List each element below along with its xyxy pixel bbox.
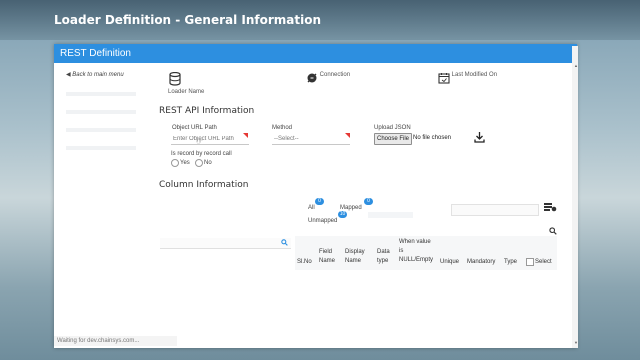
header-mandatory: Mandatory <box>467 259 496 265</box>
step-label: Connection <box>319 72 351 78</box>
scroll-down-arrow[interactable]: ▼ <box>574 340 578 345</box>
header-field-name: Field Name <box>319 248 335 266</box>
header-type: Type <box>504 259 518 265</box>
header-text: When value <box>399 239 431 245</box>
column-search-input[interactable] <box>160 238 291 249</box>
file-status-text: No file chosen <box>413 135 452 141</box>
record-yes-label: Yes <box>180 160 190 166</box>
record-no-label: No <box>204 160 212 166</box>
left-placeholder-row <box>66 128 136 132</box>
choose-file-button[interactable]: Choose File <box>374 133 412 145</box>
required-marker <box>243 133 248 138</box>
step-last-modified[interactable]: Last Modified On <box>438 72 497 84</box>
header-text: Display <box>345 249 365 255</box>
step-label: Last Modified On <box>451 72 498 78</box>
header-text: NULL/Empty <box>399 257 434 263</box>
browser-status-bar: Waiting for dev.chainsys.com... <box>54 336 177 346</box>
header-text: Name <box>319 258 336 264</box>
header-select: Select <box>535 259 552 265</box>
scroll-up-arrow[interactable]: ▲ <box>574 63 578 68</box>
upload-icon[interactable] <box>474 131 485 145</box>
header-when-null: When value is NULL/Empty <box>399 238 433 265</box>
record-by-record-label: Is record by record call <box>171 151 232 157</box>
tab-unmapped[interactable]: Unmapped <box>308 218 337 224</box>
header-text: is <box>399 248 404 254</box>
column-info-section-title: Column Information <box>159 180 249 190</box>
step-loader-name[interactable]: Loader Name <box>168 72 204 95</box>
method-select[interactable]: --Select-- <box>272 134 350 145</box>
back-link-label: Back to main menu <box>72 72 124 78</box>
vertical-scrollbar[interactable] <box>572 46 578 348</box>
panel-header: REST Definition <box>54 44 577 63</box>
rest-definition-panel: REST Definition <box>54 44 577 348</box>
table-settings-icon[interactable] <box>543 202 557 214</box>
chevron-left-icon: ◀ <box>66 72 71 78</box>
step-connection[interactable]: Connection <box>306 72 350 84</box>
filter-input[interactable] <box>451 204 539 216</box>
left-placeholder-row <box>66 92 136 96</box>
object-url-label: Object URL Path <box>172 125 217 131</box>
page-title: Loader Definition - General Information <box>54 13 322 27</box>
left-placeholder-row <box>66 146 136 150</box>
back-to-main-menu-link[interactable]: ◀ Back to main menu <box>66 71 124 78</box>
header-display-name: Display Name <box>345 248 365 266</box>
record-no-radio[interactable] <box>195 159 203 167</box>
select-all-checkbox[interactable] <box>526 258 534 266</box>
plug-icon <box>307 73 317 83</box>
object-url-input[interactable] <box>171 134 249 145</box>
method-label: Method <box>272 125 293 131</box>
calendar-icon <box>438 73 450 84</box>
tab-all[interactable]: All <box>308 205 315 211</box>
step-label: Loader Name <box>168 89 205 95</box>
left-placeholder-row <box>66 110 136 114</box>
header-unique: Unique <box>440 259 460 265</box>
mapped-count-badge: 0 <box>364 198 373 205</box>
header-slno: Sl.No <box>297 259 312 265</box>
mouse-cursor-icon: ☞ <box>196 137 204 146</box>
record-yes-radio[interactable] <box>171 159 179 167</box>
upload-json-label: Upload JSON <box>374 125 411 131</box>
unmapped-count-badge: 10 <box>338 211 347 218</box>
header-data-type: Data type <box>377 248 390 266</box>
all-count-badge: 0 <box>315 198 324 205</box>
header-text: Name <box>345 258 362 264</box>
rest-api-section-title: REST API Information <box>159 106 255 116</box>
required-marker <box>345 133 350 138</box>
tab-placeholder <box>368 212 413 218</box>
header-text: Field <box>319 249 333 255</box>
database-icon <box>169 72 181 86</box>
panel-title: REST Definition <box>60 48 131 59</box>
search-icon[interactable] <box>281 239 288 248</box>
header-text: type <box>377 258 389 264</box>
header-text: Data <box>377 249 390 255</box>
